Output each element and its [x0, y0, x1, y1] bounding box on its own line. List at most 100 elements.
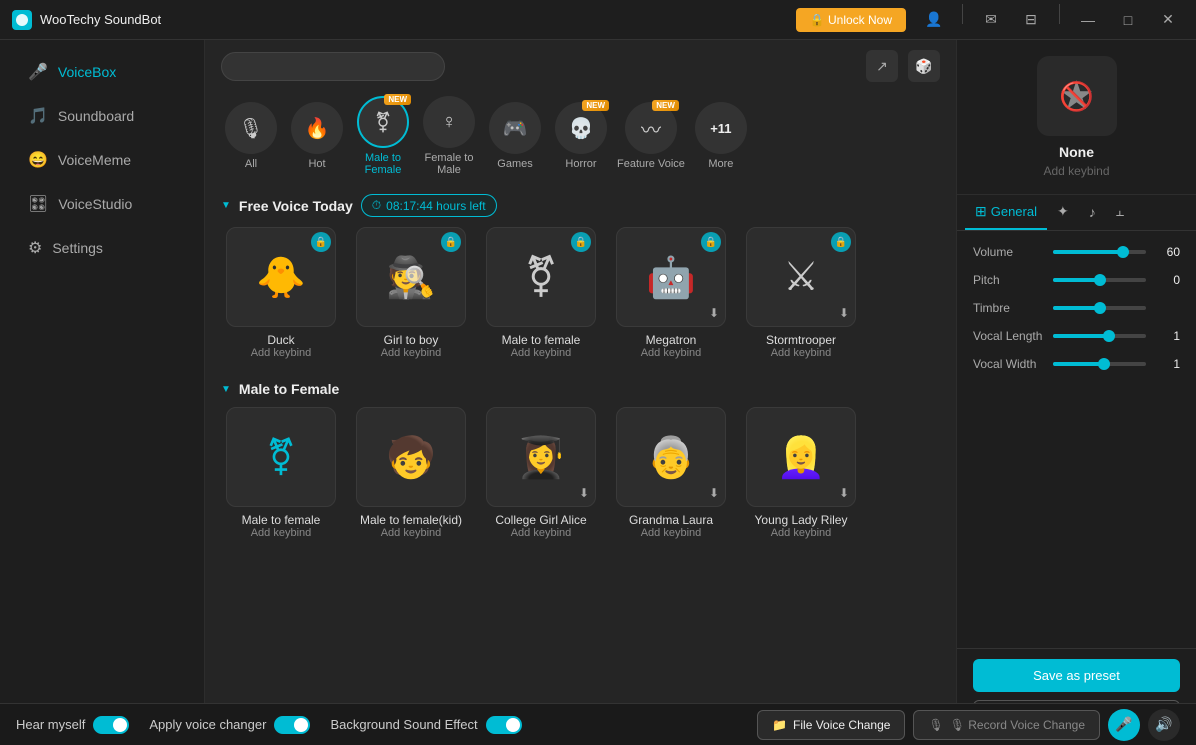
preview-no-icon: 🚫 [1059, 80, 1094, 113]
file-icon: 📁 [772, 718, 787, 732]
vocal-length-slider[interactable] [1053, 334, 1146, 338]
cat-icon-ftm: ♀ [423, 96, 475, 148]
vocal-width-label: Vocal Width [973, 357, 1053, 371]
maximize-button[interactable]: □ [1112, 4, 1144, 36]
timbre-slider[interactable] [1053, 306, 1146, 310]
tune-tab-icon: ⫠ [1116, 203, 1124, 220]
cat-label-hot: Hot [308, 158, 325, 170]
voice-card-college-girl[interactable]: 👩‍🎓 ⬇ College Girl Alice Add keybind [481, 407, 601, 539]
keybind-duck[interactable]: Add keybind [251, 347, 312, 359]
close-button[interactable]: ✕ [1152, 4, 1184, 36]
voice-card-grandma[interactable]: 👵 ⬇ Grandma Laura Add keybind [611, 407, 731, 539]
preview-keybind[interactable]: Add keybind [1043, 164, 1109, 178]
voice-card-img-megatron: 🤖 🔒 ⬇ [616, 227, 726, 327]
minimize-button[interactable]: — [1072, 4, 1104, 36]
cat-tab-ftm[interactable]: ♀ Female toMale [419, 96, 479, 176]
save-preset-button[interactable]: Save as preset [973, 659, 1180, 692]
share-icon-btn[interactable]: ↗ [866, 50, 898, 82]
voice-card-mtf-kid[interactable]: 🧒 Male to female(kid) Add keybind [351, 407, 471, 539]
keybind-mtf2[interactable]: Add keybind [251, 527, 312, 539]
lock-btn-duck[interactable]: 🔒 [311, 232, 331, 252]
voice-card-riley[interactable]: 👱‍♀️ ⬇ Young Lady Riley Add keybind [741, 407, 861, 539]
cat-tab-male-to-female[interactable]: NEW ⚧ Male toFemale [353, 96, 413, 176]
general-tab-label: General [991, 204, 1037, 219]
collapse-arrow-free[interactable]: ▼ [221, 200, 231, 211]
volume-slider[interactable] [1053, 250, 1146, 254]
pitch-slider[interactable] [1053, 278, 1146, 282]
magic-tab-icon: ✦ [1057, 203, 1069, 220]
lock-btn-gtb[interactable]: 🔒 [441, 232, 461, 252]
keybind-college[interactable]: Add keybind [511, 527, 572, 539]
cat-tab-feature[interactable]: NEW 〰 Feature Voice [617, 102, 685, 170]
rp-tab-tune[interactable]: ⫠ [1106, 195, 1134, 230]
sidebar-item-settings[interactable]: ⚙ Settings [8, 228, 196, 268]
apply-voice-knob [294, 718, 308, 732]
pitch-row: Pitch 0 [973, 273, 1180, 287]
collapse-arrow-mtf[interactable]: ▼ [221, 384, 231, 395]
mail-icon[interactable]: ✉ [975, 4, 1007, 36]
cat-tab-games[interactable]: 🎮 Games [485, 102, 545, 170]
cat-tab-hot[interactable]: 🔥 Hot [287, 102, 347, 170]
sidebar-item-voicememe[interactable]: 😄 VoiceMeme [8, 140, 196, 180]
record-voice-label: 🎙 Record Voice Change [950, 718, 1085, 732]
random-icon-btn[interactable]: 🎲 [908, 50, 940, 82]
voice-card-img-mtfkid: 🧒 [356, 407, 466, 507]
sidebar-item-voicebox[interactable]: 🎤 VoiceBox [8, 52, 196, 92]
unlock-button[interactable]: 🔒 Unlock Now [796, 8, 906, 32]
rp-tab-music[interactable]: ♪ [1079, 196, 1106, 230]
sidebar-label-settings: Settings [52, 240, 103, 256]
record-voice-change-button[interactable]: 🎙 🎙 Record Voice Change [913, 710, 1100, 740]
cat-icon-all: 🎙 [225, 102, 277, 154]
voice-card-img-mtf2: ⚧ [226, 407, 336, 507]
apply-voice-switch[interactable] [274, 716, 310, 734]
pitch-thumb[interactable] [1094, 274, 1106, 286]
keybind-riley[interactable]: Add keybind [771, 527, 832, 539]
search-input[interactable] [221, 52, 445, 81]
hear-myself-switch[interactable] [93, 716, 129, 734]
sidebar-label-voicebox: VoiceBox [58, 64, 116, 80]
cat-icon-games: 🎮 [489, 102, 541, 154]
voice-card-girl-to-boy[interactable]: 🕵️ 🔒 Girl to boy Add keybind [351, 227, 471, 359]
main-layout: 🎤 VoiceBox 🎵 Soundboard 😄 VoiceMeme 🎛 Vo… [0, 40, 1196, 745]
file-voice-change-button[interactable]: 📁 File Voice Change [757, 710, 905, 740]
rp-tab-magic[interactable]: ✦ [1047, 195, 1079, 230]
lock-btn-stormtrooper[interactable]: 🔒 [831, 232, 851, 252]
voicememe-icon: 😄 [28, 150, 48, 170]
cat-tab-more[interactable]: +11 More [691, 102, 751, 170]
volume-button[interactable]: 🔊 [1148, 709, 1180, 741]
voice-card-mtf2[interactable]: ⚧ Male to female Add keybind [221, 407, 341, 539]
voice-card-stormtrooper[interactable]: ⚔ 🔒 ⬇ Stormtrooper Add keybind [741, 227, 861, 359]
rp-tabs: ⊞ General ✦ ♪ ⫠ [957, 195, 1196, 231]
cat-label-ftm: Female toMale [425, 152, 474, 176]
sidebar-item-soundboard[interactable]: 🎵 Soundboard [8, 96, 196, 136]
timbre-thumb[interactable] [1094, 302, 1106, 314]
profile-icon[interactable]: 👤 [918, 4, 950, 36]
vocal-length-thumb[interactable] [1103, 330, 1115, 342]
keybind-mtfkid[interactable]: Add keybind [381, 527, 442, 539]
free-voice-title: Free Voice Today [239, 198, 353, 214]
settings-icon[interactable]: ⊟ [1015, 4, 1047, 36]
vocal-width-slider[interactable] [1053, 362, 1146, 366]
lock-btn-mtf[interactable]: 🔒 [571, 232, 591, 252]
cat-tab-horror[interactable]: NEW 💀 Horror [551, 102, 611, 170]
keybind-gtb[interactable]: Add keybind [381, 347, 442, 359]
keybind-stormtrooper[interactable]: Add keybind [771, 347, 832, 359]
timer-value: 08:17:44 hours left [386, 199, 485, 213]
bg-sound-switch[interactable] [486, 716, 522, 734]
voice-card-megatron[interactable]: 🤖 🔒 ⬇ Megatron Add keybind [611, 227, 731, 359]
mic-button[interactable]: 🎤 [1108, 709, 1140, 741]
volume-thumb[interactable] [1117, 246, 1129, 258]
mtf-section-header: ▼ Male to Female [221, 371, 940, 403]
keybind-mtf[interactable]: Add keybind [511, 347, 572, 359]
app-title: WooTechy SoundBot [40, 12, 796, 27]
lock-btn-megatron[interactable]: 🔒 [701, 232, 721, 252]
voice-card-duck[interactable]: 🐥 🔒 Duck Add keybind [221, 227, 341, 359]
cat-tab-all[interactable]: 🎙 All [221, 102, 281, 170]
vocal-width-thumb[interactable] [1098, 358, 1110, 370]
keybind-grandma[interactable]: Add keybind [641, 527, 702, 539]
vocal-length-value: 1 [1150, 329, 1180, 343]
sidebar-item-voicestudio[interactable]: 🎛 VoiceStudio [8, 184, 196, 224]
rp-tab-general[interactable]: ⊞ General [965, 195, 1047, 230]
voice-card-mtf[interactable]: ⚧ 🔒 Male to female Add keybind [481, 227, 601, 359]
keybind-megatron[interactable]: Add keybind [641, 347, 702, 359]
